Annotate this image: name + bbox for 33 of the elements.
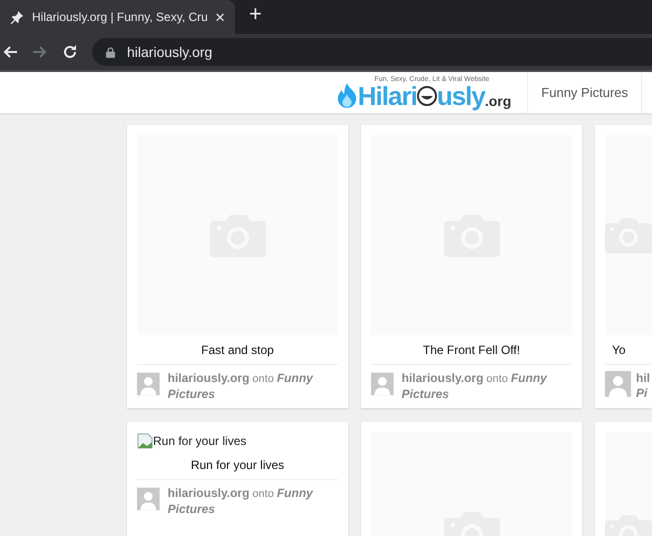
pin-title: Yo xyxy=(605,335,652,365)
close-tab-button[interactable]: × xyxy=(215,8,225,26)
pin-card[interactable]: Yo hil Pi xyxy=(595,125,652,408)
avatar-icon xyxy=(371,371,394,397)
back-icon[interactable] xyxy=(2,44,18,60)
lock-icon xyxy=(106,46,115,58)
pin-title: Run for your lives xyxy=(137,450,338,480)
pin-attribution: hil Pi xyxy=(636,371,651,401)
new-tab-button[interactable]: + xyxy=(249,3,262,25)
pin-attribution: hilariously.org onto Funny Pictures xyxy=(402,371,548,402)
pin-card[interactable]: The Front Fell Off! hilariously.org onto Funny Pictures xyxy=(361,125,582,408)
pin-attribution: hilariously.org onto Funny Pictures xyxy=(168,486,314,517)
nav-link[interactable]: Funny Pictures xyxy=(527,72,642,113)
pin-title: Fast and stop xyxy=(137,335,338,365)
avatar-icon xyxy=(137,486,160,512)
avatar-icon xyxy=(605,371,631,397)
browser-tab[interactable]: Hilariously.org | Funny, Sexy, Cru × xyxy=(0,0,235,34)
logo-suffix: .org xyxy=(484,93,512,109)
pin-card[interactable]: Fast and stop hilariously.org onto Funny Pictures xyxy=(127,125,348,408)
image-alt-text: Run for your lives xyxy=(153,434,246,448)
pin-title: The Front Fell Off! xyxy=(371,335,572,365)
reload-icon[interactable] xyxy=(62,44,78,60)
forward-icon[interactable] xyxy=(32,44,48,60)
tab-title: Hilariously.org | Funny, Sexy, Cru xyxy=(32,10,208,24)
address-bar[interactable]: hilariously.org xyxy=(92,38,652,66)
logo-name-start: Hilari xyxy=(358,83,417,109)
logo-name-end: usly xyxy=(436,83,485,109)
pin-card[interactable]: Run for your lives Run for your lives hilariously.org onto Funny Pictures xyxy=(127,422,348,536)
flame-icon xyxy=(336,83,358,109)
avatar-icon xyxy=(137,371,160,397)
broken-image-icon xyxy=(137,433,153,449)
smiley-icon xyxy=(416,86,437,106)
pin-attribution: hilariously.org onto Funny Pictures xyxy=(168,371,314,402)
